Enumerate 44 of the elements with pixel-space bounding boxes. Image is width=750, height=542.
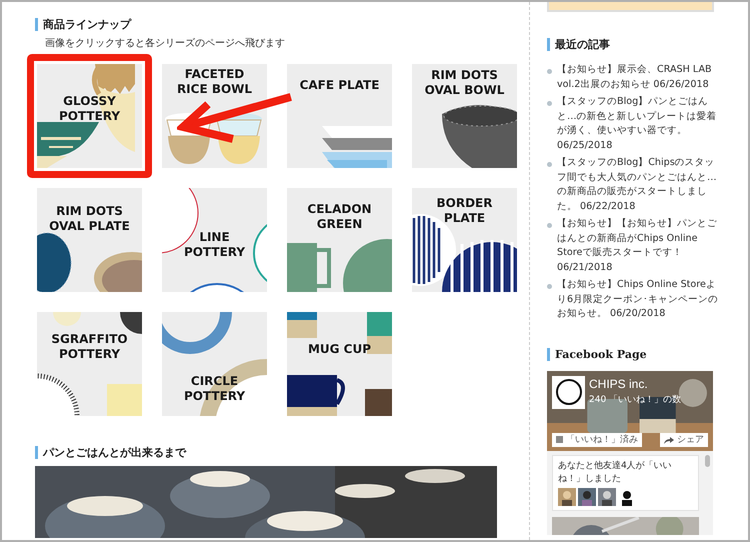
bullet-icon xyxy=(547,284,552,289)
sidebar-heading: Facebook Page xyxy=(547,348,748,360)
sidebar-heading: 最近の記事 xyxy=(547,38,748,51)
tile-label: BORDER PLATE xyxy=(436,196,494,226)
post-link[interactable]: 【スタッフのBlog】パンとごはんと…の新色と新しいプレートは愛着が湧く、使いやすい器です。 06/25/2018 xyxy=(557,95,719,153)
product-tile[interactable]: BORDER PLATE xyxy=(402,178,527,302)
section-heading: 商品ラインナップ xyxy=(35,18,525,31)
tile-label: LINE POTTERY xyxy=(182,230,246,260)
tile-label: GLOSSY POTTERY xyxy=(58,94,122,124)
share-button[interactable]: シェア xyxy=(660,432,708,446)
friends-text: あなたと他友達4人が「いいね！」しました xyxy=(558,460,673,486)
product-tile[interactable]: LINE POTTERY xyxy=(152,178,277,302)
bullet-icon xyxy=(547,101,552,106)
tile-label: CIRCLE POTTERY xyxy=(182,374,246,404)
tile-label: CELADON GREEN xyxy=(306,202,373,232)
section-subtitle: 画像をクリックすると各シリーズのページへ飛びます xyxy=(45,37,286,50)
section-heading: パンとごはんとが出来るまで xyxy=(35,446,525,459)
bullet-icon xyxy=(547,69,552,74)
bullet-icon xyxy=(547,162,552,167)
arrow-icon xyxy=(177,93,292,143)
tile-label: FACETED RICE BOWL xyxy=(176,67,254,97)
product-tile[interactable]: SGRAFFITO POTTERY xyxy=(27,302,152,426)
like-count: 240 「いいね！」の数 xyxy=(589,394,682,406)
product-tile[interactable]: CAFE PLATE xyxy=(277,54,402,178)
tile-label: SGRAFFITO POTTERY xyxy=(50,332,129,362)
product-tile[interactable]: RIM DOTS OVAL BOWL xyxy=(402,54,527,178)
like-button[interactable]: 「いいね！」済み xyxy=(552,432,642,446)
post-link[interactable]: 【スタッフのBlog】Chipsのスタッフ間でも大人気のパンとごはんと…の新商品の販売がスタートしました。 06/22/2018 xyxy=(557,156,719,214)
tile-label: MUG CUP xyxy=(306,342,372,357)
page-name[interactable]: CHIPS inc. xyxy=(589,376,648,390)
product-tile[interactable]: CELADON GREEN xyxy=(277,178,402,302)
post-link[interactable]: 【お知らせ】Chips Online Storeより6月限定クーポン･キャンペーンのお知らせ。 06/20/2018 xyxy=(557,278,719,322)
tile-label: CAFE PLATE xyxy=(298,78,380,93)
product-tile[interactable]: CIRCLE POTTERY xyxy=(152,302,277,426)
share-icon xyxy=(664,436,674,444)
product-tile[interactable]: MUG CUP xyxy=(277,302,402,426)
post-link[interactable]: 【お知らせ】【お知らせ】パンとごはんとの新商品がChips Online Storeで販売スタートです！ 06/21/2018 xyxy=(557,217,719,275)
post-link[interactable]: 【お知らせ】展示会、CRASH LAB vol.2出展のお知らせ 06/26/2018 xyxy=(557,63,719,92)
product-tile[interactable]: GLOSSY POTTERY xyxy=(27,54,152,178)
bullet-icon xyxy=(547,223,552,228)
product-tile[interactable]: RIM DOTS OVAL PLATE xyxy=(27,178,152,302)
tile-label: RIM DOTS OVAL BOWL xyxy=(424,68,506,98)
profile-logo-icon xyxy=(552,376,585,408)
tile-label: RIM DOTS OVAL PLATE xyxy=(48,204,131,234)
